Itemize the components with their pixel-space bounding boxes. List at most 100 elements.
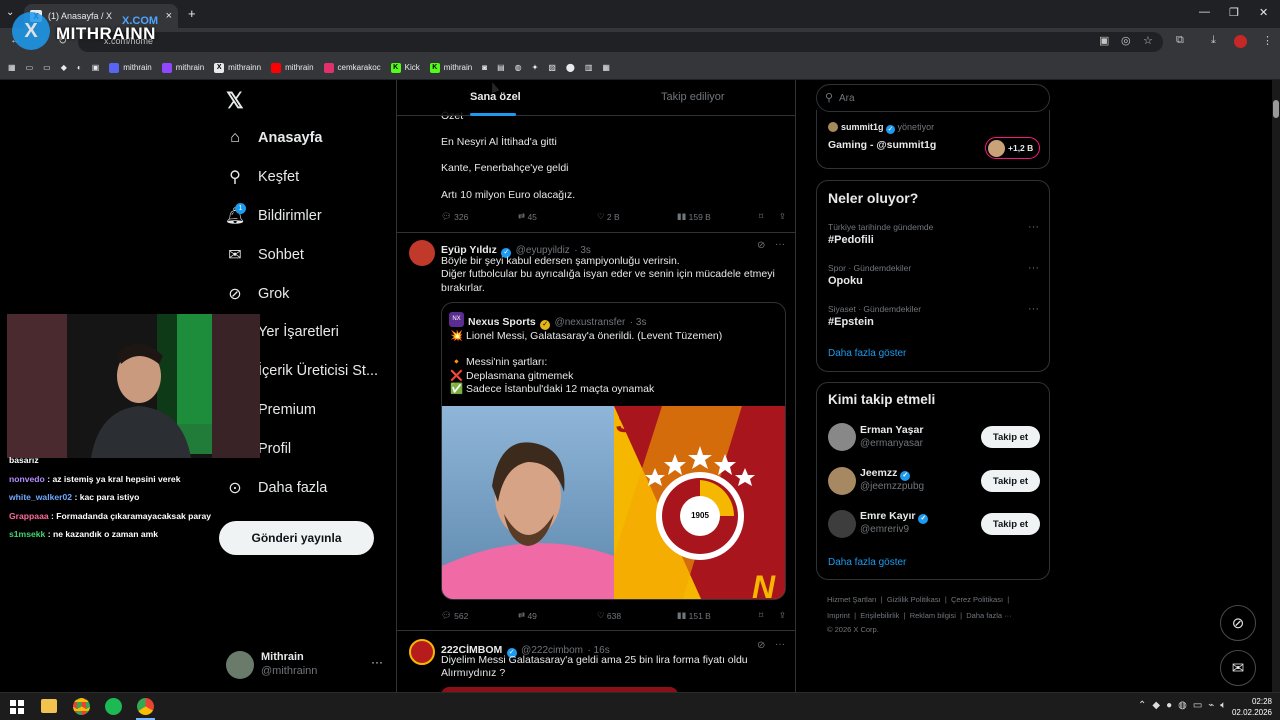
bookmark-icon-9[interactable]: ⬤ xyxy=(566,63,575,72)
extensions-icon[interactable]: ⧉ xyxy=(1176,34,1184,47)
bookmark-icon-7[interactable]: ✦ xyxy=(532,63,539,72)
scrollbar-thumb[interactable] xyxy=(1273,100,1279,118)
trend-name[interactable]: #Pedofili xyxy=(828,234,874,246)
nav-chat[interactable]: ✉ Sohbet xyxy=(226,246,304,264)
avatar[interactable] xyxy=(409,240,435,266)
nav-home[interactable]: ⌂ Anasayfa xyxy=(226,129,322,147)
like-button[interactable]: ♡ 638 xyxy=(597,610,677,621)
footer-link[interactable]: Imprint | Erişilebilirlik | Reklam bilgi… xyxy=(827,611,1012,620)
more-dots-icon[interactable]: ··· xyxy=(371,655,383,669)
trend-name[interactable]: #Epstein xyxy=(828,316,874,328)
bookmark-icon[interactable]: ⌑ xyxy=(759,610,779,621)
suggested-user-name[interactable]: Emre Kayır ✓ xyxy=(860,510,929,524)
new-tab-button[interactable]: + xyxy=(188,6,196,21)
account-switcher[interactable]: Mithrain @mithrainn ··· xyxy=(226,649,386,681)
bookmark-icon-1[interactable]: ◆ xyxy=(61,63,67,72)
avatar[interactable] xyxy=(409,639,435,665)
chrome-active-icon[interactable] xyxy=(137,698,154,715)
more-dots-icon[interactable]: ··· xyxy=(1028,221,1039,233)
windows-start-icon[interactable] xyxy=(10,700,24,714)
tab-for-you[interactable]: Sana özel xyxy=(470,91,521,103)
repost-button[interactable]: ⇄ 49 xyxy=(518,610,597,621)
avatar[interactable] xyxy=(828,423,856,451)
folder-icon[interactable]: ▭ xyxy=(43,63,51,72)
scrollbar[interactable] xyxy=(1272,80,1280,692)
bookmark-icon-8[interactable]: ▨ xyxy=(548,63,556,72)
follow-button[interactable]: Takip et xyxy=(981,470,1040,492)
grok-icon[interactable]: ⊘ xyxy=(757,640,765,651)
clock-time[interactable]: 02:28 xyxy=(1232,697,1272,706)
maximize-icon[interactable]: ❐ xyxy=(1229,6,1239,19)
views-button[interactable]: ▮▮ 151 B xyxy=(677,610,759,621)
repost-button[interactable]: ⇄ 45 xyxy=(518,211,597,222)
cast-icon[interactable]: ▣ xyxy=(1099,34,1109,47)
follow-button[interactable]: Takip et xyxy=(981,426,1040,448)
close-tab-icon[interactable]: × xyxy=(166,10,172,22)
more-dots-icon[interactable]: ··· xyxy=(775,239,785,250)
nav-explore[interactable]: ⚲ Keşfet xyxy=(226,168,299,186)
search-input[interactable]: ⚲ Ara xyxy=(816,84,1050,112)
show-more-trends-link[interactable]: Daha fazla göster xyxy=(828,348,906,359)
bookmark-icon-2[interactable]: ◐ xyxy=(77,63,82,72)
more-dots-icon[interactable]: ··· xyxy=(1028,303,1039,315)
bookmark-icon-11[interactable]: ▦ xyxy=(602,63,610,72)
suggested-user-name[interactable]: Jeemzz ✓ xyxy=(860,467,911,481)
bookmark-icon-10[interactable]: ▥ xyxy=(585,63,593,72)
spotify-icon[interactable] xyxy=(105,698,122,715)
grok-floating-icon[interactable]: ⊘ xyxy=(1220,605,1256,641)
chrome-icon[interactable] xyxy=(73,698,90,715)
share-icon[interactable]: ⇪ xyxy=(779,610,786,621)
like-button[interactable]: ♡ 2 B xyxy=(597,211,677,222)
tab-following[interactable]: Takip ediliyor xyxy=(661,91,725,103)
apps-icon[interactable]: ▦ xyxy=(8,63,16,72)
bookmark-icon-3[interactable]: ▣ xyxy=(92,63,100,72)
eye-off-icon[interactable]: ◎ xyxy=(1121,34,1131,47)
menu-kebab-icon[interactable]: ⋮ xyxy=(1262,34,1273,47)
bookmark-discord[interactable]: mithrain xyxy=(109,62,152,73)
views-button[interactable]: ▮▮ 159 B xyxy=(677,211,759,222)
close-window-icon[interactable]: ✕ xyxy=(1259,6,1268,19)
post-button[interactable]: Gönderi yayınla xyxy=(219,521,374,555)
bookmark-kick[interactable]: K Kick xyxy=(390,62,420,73)
bookmark-youtube[interactable]: mithrain xyxy=(271,62,314,73)
quoted-tweet[interactable]: NX Nexus Sports ✓ @nexustransfer · 3s 💥 … xyxy=(441,302,786,600)
nav-more[interactable]: ⊙ Daha fazla xyxy=(226,479,327,497)
nav-grok[interactable]: ⊘ Grok xyxy=(226,285,289,303)
grok-icon[interactable]: ⊘ xyxy=(757,240,765,251)
bookmark-kick-mithrain[interactable]: Kmithrain xyxy=(429,62,472,73)
clock-date[interactable]: 02.02.2026 xyxy=(1226,708,1272,717)
download-icon[interactable]: ⤓ xyxy=(1211,34,1216,47)
avatar[interactable] xyxy=(828,510,856,538)
bookmark-icon-6[interactable]: ◍ xyxy=(515,63,522,72)
reply-button[interactable]: 💬︎ 326 xyxy=(441,211,518,222)
bookmark-icon[interactable]: ⌑ xyxy=(759,211,779,222)
bookmark-icon-4[interactable]: ◙ xyxy=(482,63,487,72)
more-dots-icon[interactable]: ··· xyxy=(775,639,785,650)
avatar[interactable] xyxy=(828,467,856,495)
live-space-card[interactable]: summit1g ✓ yönetiyor Gaming - @summit1g … xyxy=(816,110,1050,169)
show-more-users-link[interactable]: Daha fazla göster xyxy=(828,557,906,568)
quote-media-image[interactable]: S N xyxy=(442,406,786,600)
more-dots-icon[interactable]: ··· xyxy=(1028,262,1039,274)
nav-notifications[interactable]: 🔔︎ 1 Bildirimler xyxy=(225,203,322,225)
tab-search-icon[interactable]: ⌄ xyxy=(6,7,14,18)
messages-floating-icon[interactable]: ✉ xyxy=(1220,650,1256,686)
file-explorer-icon[interactable] xyxy=(41,699,57,713)
star-icon[interactable]: ☆ xyxy=(1143,34,1153,47)
follow-button[interactable]: Takip et xyxy=(981,513,1040,535)
reply-button[interactable]: 💬︎ 562 xyxy=(441,610,518,621)
x-logo-icon[interactable]: 𝕏 xyxy=(226,88,244,114)
suggested-user-name[interactable]: Erman Yaşar xyxy=(860,424,923,436)
bookmark-icon-5[interactable]: ▤ xyxy=(497,63,505,72)
profile-avatar-icon[interactable] xyxy=(1234,35,1247,48)
bookmark-x[interactable]: Xmithrainn xyxy=(214,62,261,73)
system-tray-icons[interactable]: ⌃◆●◍▭⌁🔈︎ xyxy=(1138,700,1232,711)
trend-name[interactable]: Opoku xyxy=(828,275,863,287)
footer-link[interactable]: Hizmet Şartları | Gizlilik Politikası | … xyxy=(827,595,1009,604)
folder-icon[interactable]: ▭ xyxy=(26,63,34,72)
bookmark-instagram[interactable]: cemkarakoc xyxy=(323,62,381,73)
share-icon[interactable]: ⇪ xyxy=(779,211,786,222)
minimize-icon[interactable]: — xyxy=(1199,6,1210,18)
address-bar[interactable]: x.com/home xyxy=(78,32,1163,52)
bookmark-twitch[interactable]: mithrain xyxy=(161,62,204,73)
